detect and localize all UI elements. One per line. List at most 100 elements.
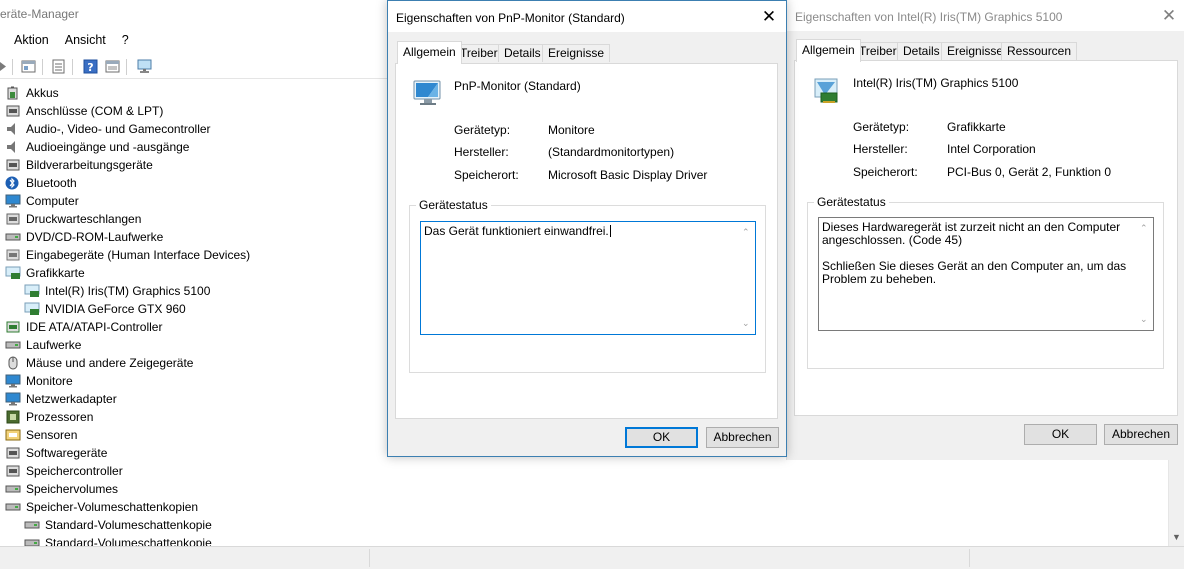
device-status-textbox[interactable]: Dieses Hardwaregerät ist zurzeit nicht a… <box>818 217 1154 331</box>
tree-item-label: Bildverarbeitungsgeräte <box>26 158 153 172</box>
monitor-properties-dialog: Eigenschaften von PnP-Monitor (Standard)… <box>387 0 787 457</box>
tree-item[interactable]: Standard-Volumeschattenkopie <box>24 534 212 546</box>
prop-value-device-type: Grafikkarte <box>947 120 1006 134</box>
tree-item-label: Akkus <box>26 86 59 100</box>
textbox-scrollbar[interactable]: ⌃ ⌄ <box>739 223 754 333</box>
tree-item-label: IDE ATA/ATAPI-Controller <box>26 320 163 334</box>
chevron-up-icon[interactable]: ⌃ <box>742 226 750 239</box>
close-icon[interactable]: ✕ <box>752 1 786 32</box>
tree-item-label: Intel(R) Iris(TM) Graphics 5100 <box>45 284 211 298</box>
tree-item-label: Audio-, Video- und Gamecontroller <box>26 122 211 136</box>
help-icon[interactable]: ? <box>82 58 99 75</box>
tree-item[interactable]: IDE ATA/ATAPI-Controller <box>5 318 162 336</box>
tab-ereignisse[interactable]: Ereignisse <box>941 42 1010 60</box>
monitor-dialog-title: Eigenschaften von PnP-Monitor (Standard) <box>396 11 625 25</box>
list-view-icon[interactable] <box>50 58 67 75</box>
tree-item[interactable]: Eingabegeräte (Human Interface Devices) <box>5 246 250 264</box>
tree-item-label: Softwaregeräte <box>26 446 108 460</box>
tree-item[interactable]: Softwaregeräte <box>5 444 107 462</box>
textbox-scrollbar[interactable]: ⌃ ⌄ <box>1137 219 1152 329</box>
tree-item[interactable]: Intel(R) Iris(TM) Graphics 5100 <box>24 282 210 300</box>
processor-icon <box>5 410 21 424</box>
prop-value-manufacturer: (Standardmonitortypen) <box>548 145 675 159</box>
status-text: Das Gerät funktioniert einwandfrei. <box>424 224 609 238</box>
display-adapter-icon <box>5 266 21 280</box>
toolbar-separator <box>126 59 127 75</box>
tree-item[interactable]: Bluetooth <box>5 174 77 192</box>
tree-item-label: Grafikkarte <box>26 266 85 280</box>
tree-item-label: Standard-Volumeschattenkopie <box>45 536 212 546</box>
status-bar-cell <box>0 549 370 567</box>
chevron-down-icon[interactable]: ⌄ <box>1140 313 1148 326</box>
tree-item[interactable]: Audio-, Video- und Gamecontroller <box>5 120 211 138</box>
menu-help[interactable]: ? <box>122 33 129 51</box>
tree-item[interactable]: Computer <box>5 192 79 210</box>
tree-item-label: Druckwarteschlangen <box>26 212 142 226</box>
prop-label-device-type: Gerätetyp: <box>454 123 511 137</box>
tree-item[interactable]: Akkus <box>5 84 59 102</box>
tree-item[interactable]: Mäuse und andere Zeigegeräte <box>5 354 193 372</box>
tab-allgemein[interactable]: Allgemein <box>796 39 861 62</box>
forward-icon[interactable] <box>0 58 11 75</box>
menu-aktion[interactable]: Aktion <box>14 33 49 51</box>
tree-item-label: Speichercontroller <box>26 464 123 478</box>
properties-view-icon[interactable] <box>20 58 37 75</box>
port-icon <box>5 104 21 118</box>
chevron-up-icon[interactable]: ⌃ <box>1140 222 1148 235</box>
toolbar-separator <box>12 59 13 75</box>
tree-item[interactable]: Prozessoren <box>5 408 93 426</box>
tree-item[interactable]: Audioeingänge und -ausgänge <box>5 138 189 156</box>
menu-bar: Aktion Ansicht ? <box>14 33 145 51</box>
tree-item[interactable]: NVIDIA GeForce GTX 960 <box>24 300 186 318</box>
tab-allgemein[interactable]: Allgemein <box>397 41 462 64</box>
status-line: Dieses Hardwaregerät ist zurzeit nicht a… <box>822 220 1121 247</box>
tab-ereignisse[interactable]: Ereignisse <box>542 44 611 62</box>
tree-item[interactable]: Laufwerke <box>5 336 81 354</box>
tree-item[interactable]: Speichercontroller <box>5 462 123 480</box>
volume-icon <box>24 518 40 532</box>
tree-item[interactable]: Speicher-Volumeschattenkopien <box>5 498 198 516</box>
disc-drive-icon <box>5 230 21 244</box>
status-line: Schließen Sie dieses Gerät an den Comput… <box>822 259 1127 286</box>
chevron-down-icon[interactable]: ⌄ <box>742 317 750 330</box>
cancel-button[interactable]: Abbrechen <box>1104 424 1178 445</box>
scroll-down-arrow-icon[interactable]: ▼ <box>1172 532 1181 542</box>
tree-item[interactable]: Druckwarteschlangen <box>5 210 141 228</box>
bluetooth-icon <box>5 176 21 190</box>
tree-item[interactable]: Sensoren <box>5 426 77 444</box>
tab-ressourcen[interactable]: Ressourcen <box>1001 42 1078 60</box>
tree-item[interactable]: Standard-Volumeschattenkopie <box>24 516 212 534</box>
tree-item-label: Sensoren <box>26 428 78 442</box>
volume-icon <box>24 536 40 546</box>
prop-value-manufacturer: Intel Corporation <box>947 142 1036 156</box>
tree-item-label: Computer <box>26 194 79 208</box>
tree-item[interactable]: DVD/CD-ROM-Laufwerke <box>5 228 163 246</box>
hid-icon <box>5 248 21 262</box>
tab-details[interactable]: Details <box>897 42 946 60</box>
tab-details[interactable]: Details <box>498 44 547 62</box>
monitor-device-name: PnP-Monitor (Standard) <box>454 79 581 93</box>
gpu-dialog-title: Eigenschaften von Intel(R) Iris(TM) Grap… <box>795 10 1063 24</box>
ok-button[interactable]: OK <box>625 427 698 448</box>
monitor-icon <box>5 374 21 388</box>
ok-button[interactable]: OK <box>1024 424 1097 445</box>
tree-item[interactable]: Netzwerkadapter <box>5 390 117 408</box>
prop-label-location: Speicherort: <box>454 168 519 182</box>
gpu-general-panel: Intel(R) Iris(TM) Graphics 5100 Gerätety… <box>794 60 1178 416</box>
menu-ansicht[interactable]: Ansicht <box>65 33 106 51</box>
speaker-icon <box>5 122 21 136</box>
tree-item[interactable]: Anschlüsse (COM & LPT) <box>5 102 163 120</box>
tree-item-label: Laufwerke <box>26 338 82 352</box>
tree-item[interactable]: Grafikkarte <box>5 264 85 282</box>
prop-value-device-type: Monitore <box>548 123 595 137</box>
scan-hardware-icon[interactable] <box>136 58 153 75</box>
close-icon[interactable]: ✕ <box>1154 0 1184 31</box>
display-adapter-icon <box>24 284 40 298</box>
device-status-textbox[interactable]: Das Gerät funktioniert einwandfrei. ⌃ ⌄ <box>420 221 756 335</box>
cancel-button[interactable]: Abbrechen <box>706 427 779 448</box>
view-resources-icon[interactable] <box>104 58 121 75</box>
tree-item[interactable]: Monitore <box>5 372 73 390</box>
status-bar <box>0 546 1184 569</box>
tree-item[interactable]: Speichervolumes <box>5 480 118 498</box>
tree-item[interactable]: Bildverarbeitungsgeräte <box>5 156 153 174</box>
